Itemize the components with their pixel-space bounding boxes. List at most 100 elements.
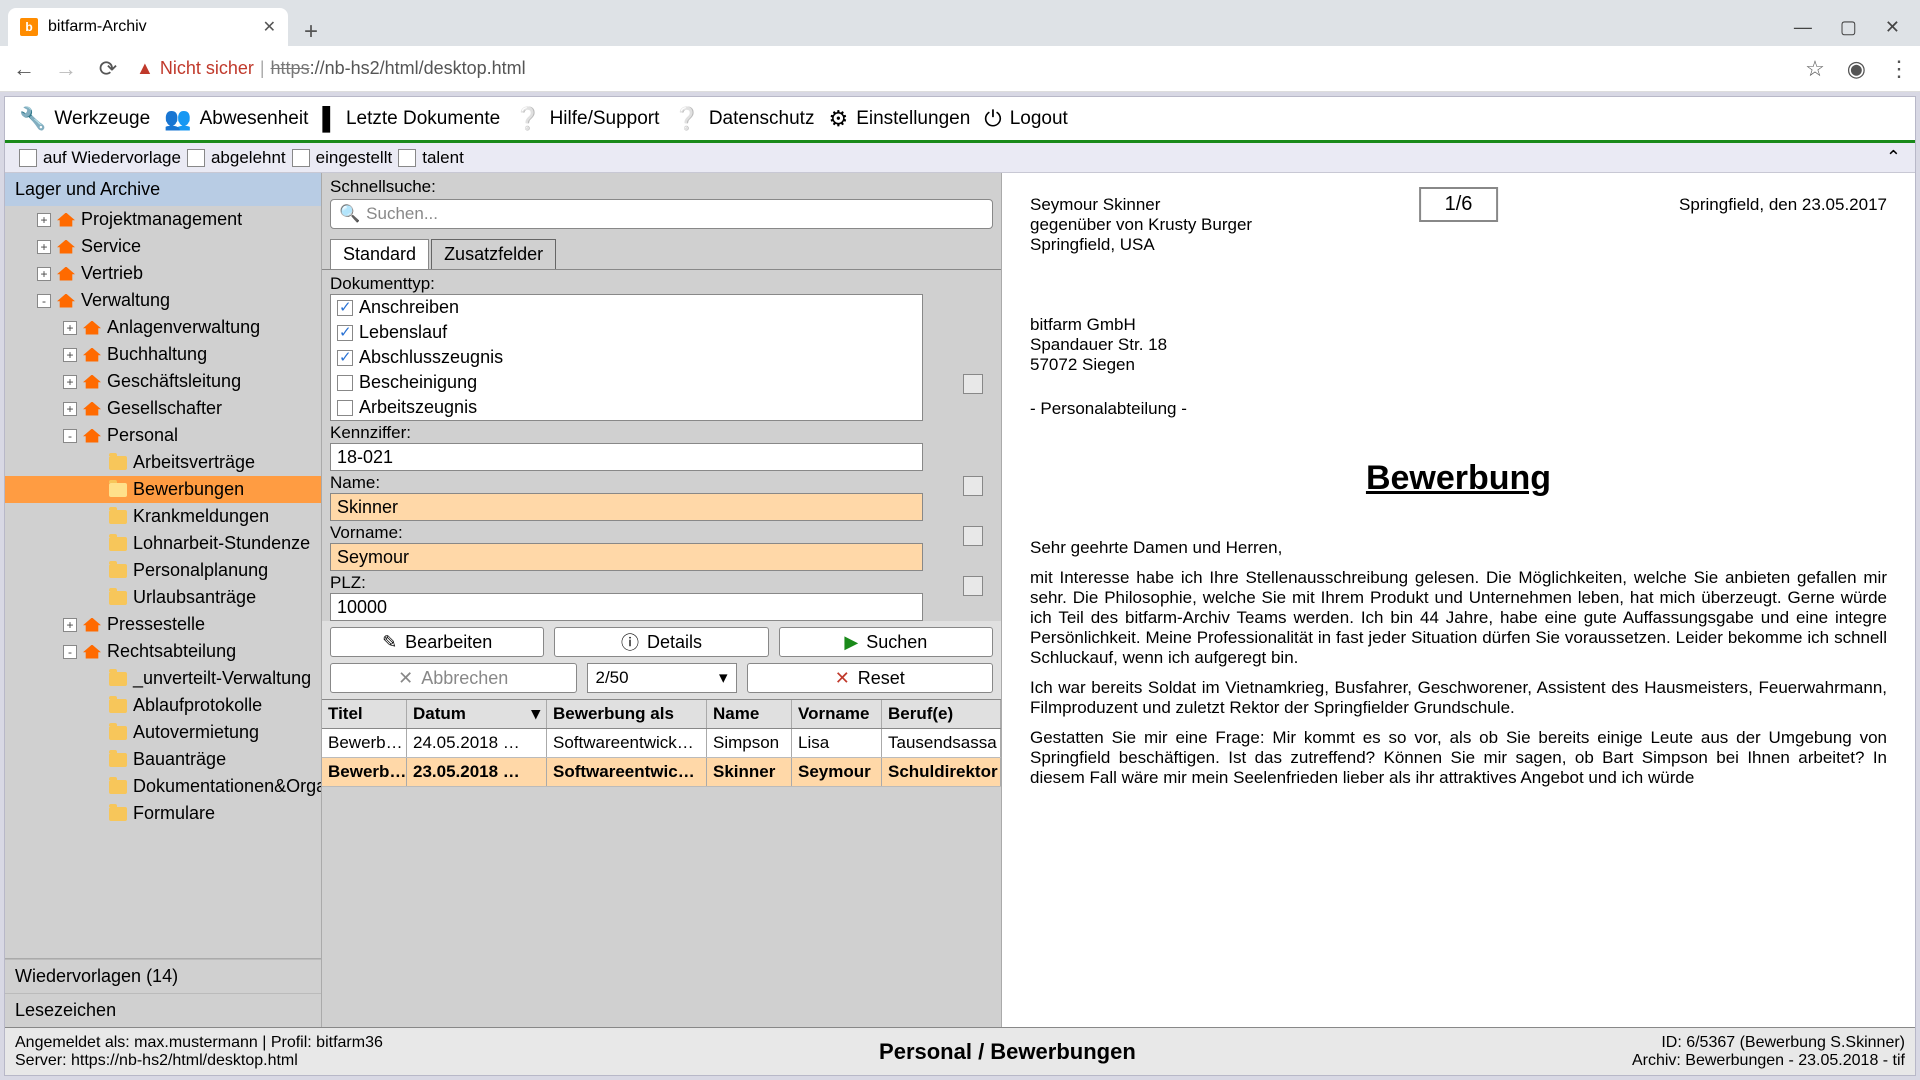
- suchen-button[interactable]: ▶Suchen: [779, 627, 993, 657]
- tree-item[interactable]: +Anlagenverwaltung: [5, 314, 321, 341]
- abwesenheit-button[interactable]: 👥Abwesenheit: [164, 106, 308, 132]
- doktyp-option[interactable]: Anschreiben: [331, 295, 922, 320]
- checkbox-icon[interactable]: [337, 325, 353, 341]
- details-button[interactable]: ⓘDetails: [554, 627, 768, 657]
- reset-button[interactable]: ✕Reset: [747, 663, 994, 693]
- doktyp-option[interactable]: Arbeitszeugnis: [331, 395, 922, 420]
- tree-item[interactable]: Krankmeldungen: [5, 503, 321, 530]
- quicksearch-input[interactable]: 🔍 Suchen...: [330, 199, 993, 229]
- tree-item[interactable]: Arbeitsverträge: [5, 449, 321, 476]
- tree-item[interactable]: Lohnarbeit-Stundenze: [5, 530, 321, 557]
- close-tab-icon[interactable]: ✕: [263, 17, 276, 37]
- tree-item[interactable]: _unverteilt-Verwaltung: [5, 665, 321, 692]
- name-input[interactable]: [330, 493, 923, 521]
- tag-checkbox[interactable]: [292, 149, 310, 167]
- expand-icon[interactable]: +: [63, 402, 77, 416]
- result-row[interactable]: Bewerb…23.05.2018 …Softwareentwic…Skinne…: [322, 758, 1001, 787]
- expand-icon[interactable]: -: [63, 645, 77, 659]
- hilfe-button[interactable]: ❔Hilfe/Support: [514, 106, 659, 132]
- profile-icon[interactable]: ◉: [1847, 56, 1866, 82]
- doktyp-option[interactable]: Bescheinigung: [331, 370, 922, 395]
- col-bewerbung-als[interactable]: Bewerbung als: [547, 700, 707, 728]
- col-titel[interactable]: Titel: [322, 700, 407, 728]
- expand-icon[interactable]: +: [63, 375, 77, 389]
- tree-item[interactable]: -Personal: [5, 422, 321, 449]
- abbrechen-button[interactable]: ✕Abbrechen: [330, 663, 577, 693]
- expand-icon[interactable]: +: [37, 213, 51, 227]
- new-tab-button[interactable]: +: [296, 18, 326, 46]
- expand-icon[interactable]: +: [63, 618, 77, 632]
- tree-item[interactable]: +Projektmanagement: [5, 206, 321, 233]
- expand-icon[interactable]: -: [37, 294, 51, 308]
- tree-item[interactable]: -Verwaltung: [5, 287, 321, 314]
- col-datum[interactable]: Datum ▾: [407, 700, 547, 728]
- checkbox-icon[interactable]: [337, 350, 353, 366]
- page-indicator[interactable]: 1/6: [1419, 187, 1499, 222]
- tree-item[interactable]: +Buchhaltung: [5, 341, 321, 368]
- col-beruf[interactable]: Beruf(e): [882, 700, 1001, 728]
- tree-item[interactable]: Personalplanung: [5, 557, 321, 584]
- vorname-input[interactable]: [330, 543, 923, 571]
- checkbox-icon[interactable]: [337, 375, 353, 391]
- tree-item[interactable]: Autovermietung: [5, 719, 321, 746]
- document-preview[interactable]: 1/6 Seymour Skinner gegenüber von Krusty…: [1002, 173, 1915, 1027]
- tag-checkbox[interactable]: [19, 149, 37, 167]
- forward-icon[interactable]: →: [52, 56, 80, 82]
- tag-checkbox[interactable]: [187, 149, 205, 167]
- expand-icon[interactable]: +: [37, 240, 51, 254]
- expand-icon[interactable]: +: [37, 267, 51, 281]
- result-row[interactable]: Bewerb…24.05.2018 …Softwareentwick…Simps…: [322, 729, 1001, 758]
- field-toggle[interactable]: [963, 526, 983, 546]
- col-name[interactable]: Name: [707, 700, 792, 728]
- col-vorname[interactable]: Vorname: [792, 700, 882, 728]
- maximize-icon[interactable]: ▢: [1840, 17, 1857, 38]
- tree-item[interactable]: Urlaubsanträge: [5, 584, 321, 611]
- tab-zusatzfelder[interactable]: Zusatzfelder: [431, 239, 556, 269]
- werkzeuge-button[interactable]: 🔧Werkzeuge: [19, 106, 150, 132]
- minimize-icon[interactable]: —: [1794, 17, 1812, 38]
- tree-item[interactable]: Ablaufprotokolle: [5, 692, 321, 719]
- einstellungen-button[interactable]: ⚙Einstellungen: [828, 106, 970, 132]
- reload-icon[interactable]: ⟳: [94, 56, 122, 82]
- tree-item[interactable]: +Service: [5, 233, 321, 260]
- url-field[interactable]: ▲ Nicht sicher | https://nb-hs2/html/des…: [136, 58, 1791, 79]
- menu-icon[interactable]: ⋮: [1888, 56, 1910, 82]
- browser-tab[interactable]: b bitfarm-Archiv ✕: [8, 8, 288, 46]
- wiedervorlagen-section[interactable]: Wiedervorlagen (14): [5, 959, 321, 993]
- doktyp-option[interactable]: Abschlusszeugnis: [331, 345, 922, 370]
- dokumenttyp-list[interactable]: AnschreibenLebenslaufAbschlusszeugnisBes…: [330, 294, 923, 421]
- tree-item[interactable]: +Pressestelle: [5, 611, 321, 638]
- tab-standard[interactable]: Standard: [330, 239, 429, 269]
- bearbeiten-button[interactable]: ✎Bearbeiten: [330, 627, 544, 657]
- expand-icon[interactable]: -: [63, 429, 77, 443]
- archive-tree[interactable]: +Projektmanagement+Service+Vertrieb-Verw…: [5, 206, 321, 958]
- checkbox-icon[interactable]: [337, 400, 353, 416]
- expand-icon[interactable]: +: [63, 348, 77, 362]
- letzte-dokumente-button[interactable]: ▌Letzte Dokumente: [322, 106, 500, 132]
- logout-button[interactable]: ⏻Logout: [984, 106, 1068, 132]
- back-icon[interactable]: ←: [10, 56, 38, 82]
- collapse-icon[interactable]: ⌃: [1886, 147, 1901, 168]
- kennziffer-input[interactable]: [330, 443, 923, 471]
- field-toggle[interactable]: [963, 576, 983, 596]
- tree-item[interactable]: +Geschäftsleitung: [5, 368, 321, 395]
- checkbox-icon[interactable]: [337, 300, 353, 316]
- tree-item[interactable]: -Rechtsabteilung: [5, 638, 321, 665]
- tree-item[interactable]: +Gesellschafter: [5, 395, 321, 422]
- doktyp-option[interactable]: Lebenslauf: [331, 320, 922, 345]
- field-toggle[interactable]: [963, 374, 983, 394]
- tag-checkbox[interactable]: [398, 149, 416, 167]
- field-toggle[interactable]: [963, 476, 983, 496]
- close-window-icon[interactable]: ✕: [1885, 17, 1900, 38]
- expand-icon[interactable]: +: [63, 321, 77, 335]
- tree-item[interactable]: Bauanträge: [5, 746, 321, 773]
- datenschutz-button[interactable]: ❔Datenschutz: [673, 106, 814, 132]
- plz-input[interactable]: [330, 593, 923, 621]
- tree-item[interactable]: +Vertrieb: [5, 260, 321, 287]
- lesezeichen-section[interactable]: Lesezeichen: [5, 993, 321, 1027]
- tree-item[interactable]: Formulare: [5, 800, 321, 827]
- tree-item[interactable]: Dokumentationen&Orga: [5, 773, 321, 800]
- tree-item[interactable]: Bewerbungen: [5, 476, 321, 503]
- limit-dropdown[interactable]: 2/50▾: [587, 663, 737, 693]
- star-icon[interactable]: ☆: [1805, 56, 1825, 82]
